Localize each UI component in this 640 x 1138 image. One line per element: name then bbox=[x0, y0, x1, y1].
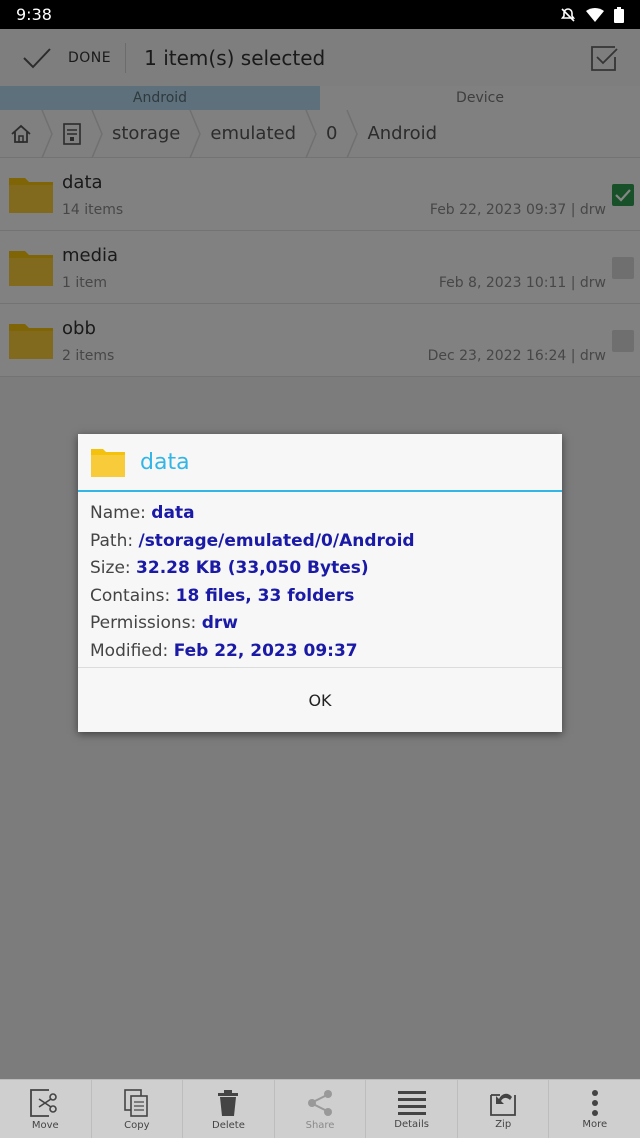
delete-button[interactable]: Delete bbox=[183, 1080, 275, 1138]
detail-value: data bbox=[151, 503, 195, 523]
more-button[interactable]: More bbox=[549, 1080, 640, 1138]
zip-icon bbox=[490, 1093, 517, 1116]
status-bar: 9:38 bbox=[0, 0, 640, 29]
dialog-body: Name: data Path: /storage/emulated/0/And… bbox=[78, 492, 562, 666]
delete-icon bbox=[218, 1089, 239, 1116]
dialog-header: data bbox=[78, 434, 562, 492]
detail-value: drw bbox=[201, 613, 238, 634]
more-icon bbox=[591, 1089, 598, 1116]
detail-label: Permissions: bbox=[90, 613, 197, 634]
detail-label: Path: bbox=[90, 530, 134, 551]
zip-button[interactable]: Zip bbox=[458, 1080, 550, 1138]
details-label: Details bbox=[394, 1118, 429, 1130]
detail-row-name: Name: data bbox=[90, 500, 550, 528]
zip-label: Zip bbox=[495, 1118, 512, 1130]
move-icon bbox=[30, 1088, 58, 1117]
dialog-title: data bbox=[140, 449, 190, 475]
move-button[interactable]: Move bbox=[0, 1080, 92, 1138]
detail-value: 18 files, 33 folders bbox=[175, 585, 355, 606]
detail-label: Size: bbox=[90, 558, 131, 579]
detail-value: 32.28 KB (33,050 Bytes) bbox=[136, 558, 369, 579]
bottom-toolbar: Move Copy Delete Share Details Zip More bbox=[0, 1079, 640, 1138]
detail-row-contains: Contains: 18 files, 33 folders bbox=[90, 583, 550, 611]
share-icon bbox=[308, 1089, 333, 1116]
folder-icon bbox=[91, 449, 125, 477]
detail-row-size: Size: 32.28 KB (33,050 Bytes) bbox=[90, 555, 550, 583]
copy-label: Copy bbox=[124, 1119, 150, 1131]
notifications-off-icon bbox=[560, 7, 576, 22]
ok-button[interactable]: OK bbox=[78, 668, 562, 732]
move-label: Move bbox=[31, 1119, 59, 1131]
detail-label: Contains: bbox=[90, 585, 171, 606]
wifi-icon bbox=[586, 7, 604, 22]
more-label: More bbox=[582, 1118, 608, 1130]
share-button[interactable]: Share bbox=[275, 1080, 367, 1138]
detail-label: Name: bbox=[90, 503, 146, 523]
status-icons bbox=[560, 6, 624, 23]
detail-value: /storage/emulated/0/Android bbox=[138, 530, 415, 551]
detail-row-permissions: Permissions: drw bbox=[90, 610, 550, 638]
detail-row-modified: Modified: Feb 22, 2023 09:37 bbox=[90, 638, 550, 666]
copy-icon bbox=[124, 1088, 148, 1117]
delete-label: Delete bbox=[212, 1119, 245, 1131]
details-dialog: data Name: data Path: /storage/emulated/… bbox=[78, 434, 562, 732]
battery-icon bbox=[614, 6, 624, 23]
share-label: Share bbox=[305, 1119, 335, 1131]
details-button[interactable]: Details bbox=[366, 1080, 458, 1138]
copy-button[interactable]: Copy bbox=[92, 1080, 184, 1138]
detail-value: Feb 22, 2023 09:37 bbox=[173, 640, 358, 661]
detail-label: Modified: bbox=[90, 640, 169, 661]
details-icon bbox=[397, 1090, 426, 1115]
detail-row-path: Path: /storage/emulated/0/Android bbox=[90, 528, 550, 556]
status-time: 9:38 bbox=[16, 5, 52, 24]
